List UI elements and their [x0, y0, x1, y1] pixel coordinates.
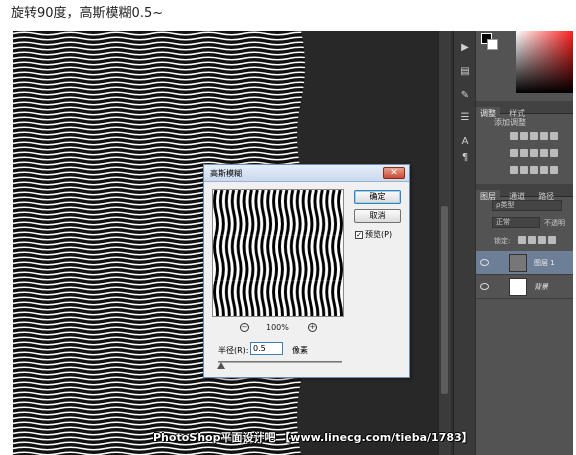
blend-mode-select[interactable]: 正常 — [492, 217, 540, 228]
eye-icon[interactable] — [480, 259, 489, 266]
layer-row[interactable]: 背景 — [476, 275, 573, 299]
preview-checkbox[interactable]: ✓ 预览(P) — [355, 229, 392, 240]
zoom-out-icon[interactable]: − — [240, 323, 249, 332]
gaussian-blur-dialog: 高斯模糊 ✕ 确定 取消 ✓ 预览(P) − 100% + 半径(R): 0.5 … — [203, 164, 410, 378]
color-swatches[interactable] — [479, 31, 501, 53]
lock-label: 锁定: — [494, 237, 511, 245]
dialog-titlebar[interactable]: 高斯模糊 ✕ — [204, 165, 409, 182]
cancel-button[interactable]: 取消 — [354, 209, 401, 223]
layers-tabs: 图层 通道 路径 — [476, 184, 573, 203]
adjustment-icons-row-3[interactable] — [510, 166, 570, 176]
adjustment-icons-row-2[interactable] — [510, 149, 570, 159]
layer-thumbnail — [509, 278, 527, 296]
character-icon[interactable]: A — [457, 135, 473, 149]
layer-kind-filter[interactable]: ρ类型 — [492, 200, 562, 211]
ok-button[interactable]: 确定 — [354, 190, 401, 204]
caption-text: 旋转90度，高斯模糊0.5~ — [11, 6, 164, 21]
brush-icon[interactable]: ✎ — [457, 89, 473, 103]
lock-icons[interactable] — [518, 236, 568, 246]
radius-slider-thumb[interactable] — [217, 362, 225, 369]
radius-slider[interactable] — [218, 361, 342, 363]
layer-name: 背景 — [534, 283, 548, 291]
layer-row[interactable]: 图层 1 — [476, 251, 573, 275]
checkbox-icon[interactable]: ✓ — [355, 230, 363, 239]
adjustments-title: 添加调整 — [494, 118, 526, 127]
dialog-title: 高斯模糊 — [210, 169, 242, 178]
adjustment-icons-row-1[interactable] — [510, 132, 570, 142]
play-icon[interactable]: ▶ — [457, 41, 473, 55]
close-button[interactable]: ✕ — [383, 167, 405, 179]
blur-preview[interactable] — [212, 189, 344, 317]
properties-icon[interactable]: ☰ — [457, 111, 473, 125]
opacity-label: 不透明 — [544, 219, 565, 227]
zoom-in-icon[interactable]: + — [308, 323, 317, 332]
adjustments-tabs: 调整 样式 — [476, 101, 573, 120]
watermark: PhotoShop平面设计吧 【www.linecg.com/tieba/178… — [153, 431, 473, 444]
scrollbar-thumb[interactable] — [441, 206, 448, 394]
radius-input[interactable]: 0.5 — [250, 342, 283, 355]
preview-label: 预览(P) — [365, 230, 393, 239]
photoshop-window: ▶ ▤ ✎ ☰ A ¶ 调整 样式 添加调整 图层 通道 路径 ρ类型 正常 不… — [13, 31, 573, 455]
radius-unit: 像素 — [292, 346, 308, 355]
eye-icon[interactable] — [480, 283, 489, 290]
panel-tool-strip: ▶ ▤ ✎ ☰ A ¶ — [453, 31, 475, 455]
zoom-controls: − 100% + — [234, 323, 324, 335]
right-panels: 调整 样式 添加调整 图层 通道 路径 ρ类型 正常 不透明 锁定: 图层 1 … — [476, 31, 573, 455]
layer-name: 图层 1 — [534, 259, 555, 267]
zoom-level: 100% — [266, 323, 289, 332]
adjust-icon[interactable]: ▤ — [457, 65, 473, 79]
color-picker-field[interactable] — [516, 31, 573, 93]
paragraph-icon[interactable]: ¶ — [457, 151, 473, 165]
radius-label: 半径(R): — [218, 346, 249, 355]
layer-thumbnail — [509, 254, 527, 272]
background-color-swatch[interactable] — [487, 39, 498, 50]
